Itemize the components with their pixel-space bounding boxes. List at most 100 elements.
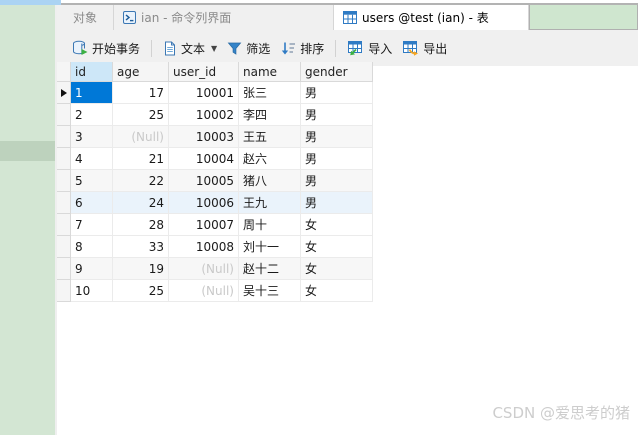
cell-id[interactable]: 8: [71, 236, 113, 258]
cell-id[interactable]: 10: [71, 280, 113, 302]
table-icon: [343, 11, 357, 24]
cell-user_id[interactable]: 10007: [169, 214, 239, 236]
cell-name[interactable]: 赵十二: [239, 258, 301, 280]
cell-gender[interactable]: 男: [301, 192, 373, 214]
cell-age[interactable]: 19: [113, 258, 169, 280]
select-all-corner[interactable]: [57, 62, 71, 82]
tab-objects[interactable]: 对象: [57, 5, 114, 30]
table-row: 5 22 10005 猪八 男: [57, 170, 373, 192]
cell-name[interactable]: 周十: [239, 214, 301, 236]
sort-icon: [280, 41, 296, 56]
table-row: 6 24 10006 王九 男: [57, 192, 373, 214]
cell-gender[interactable]: 女: [301, 236, 373, 258]
cell-user_id[interactable]: 10004: [169, 148, 239, 170]
tab-users-table[interactable]: users @test (ian) - 表: [334, 5, 529, 30]
column-header-age[interactable]: age: [113, 62, 169, 82]
text-view-button[interactable]: 文本 ▼: [158, 37, 222, 60]
cell-id[interactable]: 1: [71, 82, 113, 104]
cell-age[interactable]: 25: [113, 104, 169, 126]
row-selector[interactable]: [57, 214, 71, 236]
tab-command-interface[interactable]: ian - 命令列界面: [114, 5, 334, 30]
cell-name[interactable]: 王五: [239, 126, 301, 148]
row-selector[interactable]: [57, 258, 71, 280]
cell-gender[interactable]: 男: [301, 148, 373, 170]
text-file-icon: [163, 41, 177, 56]
cell-name[interactable]: 猪八: [239, 170, 301, 192]
cell-age[interactable]: 24: [113, 192, 169, 214]
toolbar-separator: [335, 39, 337, 57]
cell-id[interactable]: 2: [71, 104, 113, 126]
filter-button[interactable]: 筛选: [222, 37, 275, 60]
row-selector[interactable]: [57, 104, 71, 126]
row-selector[interactable]: [57, 170, 71, 192]
cell-user_id[interactable]: 10008: [169, 236, 239, 258]
cell-user_id[interactable]: 10002: [169, 104, 239, 126]
row-selector[interactable]: [57, 280, 71, 302]
sort-button[interactable]: 排序: [275, 37, 329, 60]
import-button[interactable]: 导入: [342, 37, 397, 60]
cell-user_id[interactable]: 10005: [169, 170, 239, 192]
cell-id[interactable]: 7: [71, 214, 113, 236]
cell-gender[interactable]: 男: [301, 82, 373, 104]
table-row: 7 28 10007 周十 女: [57, 214, 373, 236]
cell-user_id[interactable]: 10006: [169, 192, 239, 214]
cell-gender[interactable]: 男: [301, 126, 373, 148]
data-grid: id age user_id name gender 1 17 10001 张三…: [57, 62, 373, 302]
cell-name[interactable]: 李四: [239, 104, 301, 126]
filter-icon: [227, 41, 242, 56]
table-row: 9 19 (Null) 赵十二 女: [57, 258, 373, 280]
row-selector[interactable]: [57, 148, 71, 170]
chevron-down-icon: ▼: [211, 43, 218, 53]
cell-age[interactable]: 21: [113, 148, 169, 170]
cell-age[interactable]: (Null): [113, 126, 169, 148]
cell-id[interactable]: 4: [71, 148, 113, 170]
table-row: 4 21 10004 赵六 男: [57, 148, 373, 170]
cell-name[interactable]: 吴十三: [239, 280, 301, 302]
cell-user_id[interactable]: (Null): [169, 280, 239, 302]
cell-user_id[interactable]: (Null): [169, 258, 239, 280]
cell-id[interactable]: 5: [71, 170, 113, 192]
grid-header-row: id age user_id name gender: [57, 62, 373, 82]
column-header-user_id[interactable]: user_id: [169, 62, 239, 82]
row-selector[interactable]: [57, 82, 71, 104]
cell-age[interactable]: 25: [113, 280, 169, 302]
import-label: 导入: [368, 41, 393, 56]
cell-gender[interactable]: 女: [301, 214, 373, 236]
cell-gender[interactable]: 女: [301, 280, 373, 302]
column-header-id[interactable]: id: [71, 62, 113, 82]
cell-age[interactable]: 28: [113, 214, 169, 236]
table-row: 8 33 10008 刘十一 女: [57, 236, 373, 258]
cell-id[interactable]: 3: [71, 126, 113, 148]
cell-name[interactable]: 赵六: [239, 148, 301, 170]
cell-user_id[interactable]: 10003: [169, 126, 239, 148]
cell-gender[interactable]: 男: [301, 170, 373, 192]
sort-label: 排序: [300, 41, 325, 56]
cell-name[interactable]: 王九: [239, 192, 301, 214]
background-window-left-block: [0, 141, 55, 161]
current-row-marker-icon: [60, 88, 67, 97]
tab-users-table-label: users @test (ian) - 表: [362, 11, 489, 25]
column-header-name[interactable]: name: [239, 62, 301, 82]
cell-name[interactable]: 刘十一: [239, 236, 301, 258]
cell-age[interactable]: 33: [113, 236, 169, 258]
cell-age[interactable]: 22: [113, 170, 169, 192]
background-window-left: [0, 5, 55, 435]
cell-age[interactable]: 17: [113, 82, 169, 104]
row-selector[interactable]: [57, 126, 71, 148]
filter-label: 筛选: [246, 41, 271, 56]
cell-gender[interactable]: 男: [301, 104, 373, 126]
transaction-icon: [72, 40, 88, 56]
cell-gender[interactable]: 女: [301, 258, 373, 280]
cell-user_id[interactable]: 10001: [169, 82, 239, 104]
row-selector[interactable]: [57, 192, 71, 214]
column-header-gender[interactable]: gender: [301, 62, 373, 82]
table-row: 3 (Null) 10003 王五 男: [57, 126, 373, 148]
begin-transaction-button[interactable]: 开始事务: [67, 37, 145, 60]
export-button[interactable]: 导出: [397, 37, 452, 60]
row-selector[interactable]: [57, 236, 71, 258]
export-label: 导出: [423, 41, 448, 56]
cell-id[interactable]: 9: [71, 258, 113, 280]
cell-name[interactable]: 张三: [239, 82, 301, 104]
table-row: 2 25 10002 李四 男: [57, 104, 373, 126]
cell-id[interactable]: 6: [71, 192, 113, 214]
